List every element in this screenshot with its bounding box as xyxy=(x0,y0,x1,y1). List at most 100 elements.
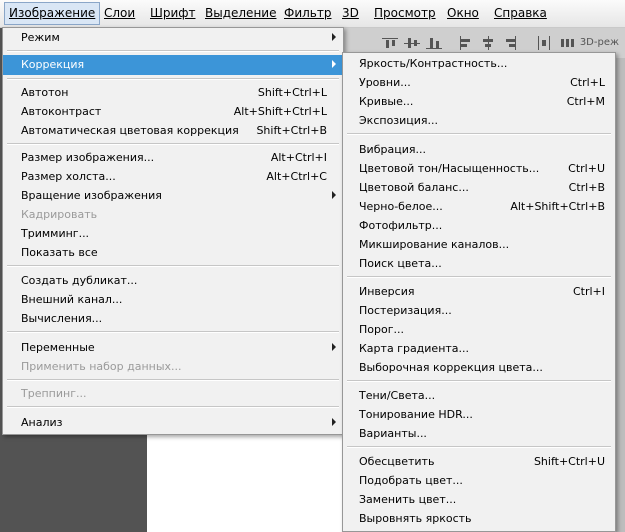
menu-item-duplicate[interactable]: Создать дубликат... xyxy=(3,271,343,291)
menu-item-label: Постеризация... xyxy=(359,304,452,317)
menu-item-match-color[interactable]: Подобрать цвет... xyxy=(343,471,615,491)
menu-separator xyxy=(347,446,611,448)
panel-strip xyxy=(615,58,625,532)
menu-view[interactable]: Просмотр xyxy=(374,0,436,27)
distribute-h-icon[interactable] xyxy=(560,36,576,50)
align-bottom-icon[interactable] xyxy=(426,36,442,50)
menu-item-color-lookup[interactable]: Поиск цвета... xyxy=(343,254,615,274)
menu-item-label: Анализ xyxy=(21,416,63,429)
menu-item-label: Яркость/Контрастность... xyxy=(359,57,508,70)
menu-filter[interactable]: Фильтр xyxy=(284,0,331,27)
adjustments-submenu: Яркость/Контрастность... Уровни... Ctrl+… xyxy=(342,52,616,532)
menu-select[interactable]: Выделение xyxy=(205,0,276,27)
menu-item-label: Заменить цвет... xyxy=(359,493,457,506)
menu-item-canvas-size[interactable]: Размер холста... Alt+Ctrl+C xyxy=(3,167,343,187)
menu-item-threshold[interactable]: Порог... xyxy=(343,320,615,340)
menu-item-gradient-map[interactable]: Карта градиента... xyxy=(343,339,615,359)
menu-item-calculations[interactable]: Вычисления... xyxy=(3,309,343,329)
menu-item-label: Варианты... xyxy=(359,427,427,440)
submenu-arrow-icon xyxy=(332,60,336,68)
document-canvas[interactable] xyxy=(147,432,357,532)
menu-item-variations[interactable]: Варианты... xyxy=(343,424,615,444)
submenu-arrow-icon xyxy=(332,191,336,199)
menu-item-label: Тени/Света... xyxy=(359,389,436,402)
menu-item-label: Внешний канал... xyxy=(21,293,123,306)
menu-item-label: Применить набор данных... xyxy=(21,360,182,373)
menu-item-label: Показать все xyxy=(21,246,98,259)
menu-item-label: Черно-белое... xyxy=(359,200,443,213)
align-vcenter-icon[interactable] xyxy=(404,36,420,50)
menu-item-label: Экспозиция... xyxy=(359,114,439,127)
menu-item-black-white[interactable]: Черно-белое... Alt+Shift+Ctrl+B xyxy=(343,197,615,217)
menu-item-desaturate[interactable]: Обесцветить Shift+Ctrl+U xyxy=(343,452,615,472)
menu-item-channel-mixer[interactable]: Микширование каналов... xyxy=(343,235,615,255)
menu-item-label: Вычисления... xyxy=(21,312,103,325)
image-menu: Режим Коррекция Автотон Shift+Ctrl+L Авт… xyxy=(2,27,344,435)
menu-item-image-rotation[interactable]: Вращение изображения xyxy=(3,186,343,206)
submenu-arrow-icon xyxy=(332,418,336,426)
menu-item-trim[interactable]: Тримминг... xyxy=(3,224,343,244)
align-right-icon[interactable] xyxy=(502,36,518,50)
menu-item-label: Режим xyxy=(21,31,60,44)
menu-item-variables[interactable]: Переменные xyxy=(3,338,343,358)
menu-item-exposure[interactable]: Экспозиция... xyxy=(343,111,615,131)
menu-3d[interactable]: 3D xyxy=(342,0,359,27)
menu-help[interactable]: Справка xyxy=(494,0,547,27)
menu-item-label: Поиск цвета... xyxy=(359,257,442,270)
menu-item-mode[interactable]: Режим xyxy=(3,28,343,48)
align-top-icon[interactable] xyxy=(382,36,398,50)
align-left-icon[interactable] xyxy=(458,36,474,50)
menu-item-levels[interactable]: Уровни... Ctrl+L xyxy=(343,73,615,93)
menu-item-selective-color[interactable]: Выборочная коррекция цвета... xyxy=(343,358,615,378)
menu-item-equalize[interactable]: Выровнять яркость xyxy=(343,509,615,529)
menu-item-label: Кадрировать xyxy=(21,208,98,221)
menu-item-label: Инверсия xyxy=(359,285,415,298)
menu-item-label: Автоматическая цветовая коррекция xyxy=(21,124,239,137)
menu-separator xyxy=(7,265,339,267)
menu-item-brightness-contrast[interactable]: Яркость/Контрастность... xyxy=(343,54,615,74)
menu-item-auto-tone[interactable]: Автотон Shift+Ctrl+L xyxy=(3,83,343,103)
menu-item-apply-image[interactable]: Внешний канал... xyxy=(3,290,343,310)
menu-item-hue-saturation[interactable]: Цветовой тон/Насыщенность... Ctrl+U xyxy=(343,159,615,179)
shortcut-label: Alt+Ctrl+I xyxy=(270,151,327,164)
menu-item-label: Порог... xyxy=(359,323,404,336)
menu-item-crop: Кадрировать xyxy=(3,205,343,225)
menu-item-label: Цветовой тон/Насыщенность... xyxy=(359,162,540,175)
menu-separator xyxy=(347,133,611,135)
menu-item-vibrance[interactable]: Вибрация... xyxy=(343,140,615,160)
menu-separator xyxy=(347,276,611,278)
menu-image[interactable]: Изображение xyxy=(4,2,101,25)
menu-item-label: Выборочная коррекция цвета... xyxy=(359,361,543,374)
menu-layers[interactable]: Слои xyxy=(104,0,135,27)
shortcut-label: Alt+Shift+Ctrl+B xyxy=(510,200,605,213)
menu-separator xyxy=(7,406,339,408)
menu-item-invert[interactable]: Инверсия Ctrl+I xyxy=(343,282,615,302)
menu-item-replace-color[interactable]: Заменить цвет... xyxy=(343,490,615,510)
menu-item-label: Размер холста... xyxy=(21,170,116,183)
menu-item-auto-contrast[interactable]: Автоконтраст Alt+Shift+Ctrl+L xyxy=(3,102,343,122)
menu-item-posterize[interactable]: Постеризация... xyxy=(343,301,615,321)
distribute-icon[interactable] xyxy=(536,36,552,50)
menubar: Изображение Слои Шрифт Выделение Фильтр … xyxy=(0,0,625,28)
menu-separator xyxy=(7,379,339,381)
menu-item-label: Коррекция xyxy=(21,58,85,71)
menu-item-curves[interactable]: Кривые... Ctrl+M xyxy=(343,92,615,112)
menu-item-adjustments[interactable]: Коррекция xyxy=(3,55,343,75)
menu-item-auto-color[interactable]: Автоматическая цветовая коррекция Shift+… xyxy=(3,121,343,141)
menu-item-reveal-all[interactable]: Показать все xyxy=(3,243,343,263)
menu-item-label: Тримминг... xyxy=(21,227,90,240)
align-hcenter-icon[interactable] xyxy=(480,36,496,50)
menu-item-image-size[interactable]: Размер изображения... Alt+Ctrl+I xyxy=(3,148,343,168)
shortcut-label: Shift+Ctrl+B xyxy=(256,124,327,137)
menu-item-color-balance[interactable]: Цветовой баланс... Ctrl+B xyxy=(343,178,615,198)
menu-item-label: Выровнять яркость xyxy=(359,512,472,525)
menu-item-photo-filter[interactable]: Фотофильтр... xyxy=(343,216,615,236)
menu-item-label: Тонирование HDR... xyxy=(359,408,473,421)
menu-item-trap: Треппинг... xyxy=(3,384,343,404)
menu-item-label: Кривые... xyxy=(359,95,414,108)
menu-item-shadows-highlights[interactable]: Тени/Света... xyxy=(343,386,615,406)
menu-item-analysis[interactable]: Анализ xyxy=(3,413,343,433)
menu-item-hdr-toning[interactable]: Тонирование HDR... xyxy=(343,405,615,425)
menu-type[interactable]: Шрифт xyxy=(150,0,196,27)
menu-window[interactable]: Окно xyxy=(447,0,479,27)
